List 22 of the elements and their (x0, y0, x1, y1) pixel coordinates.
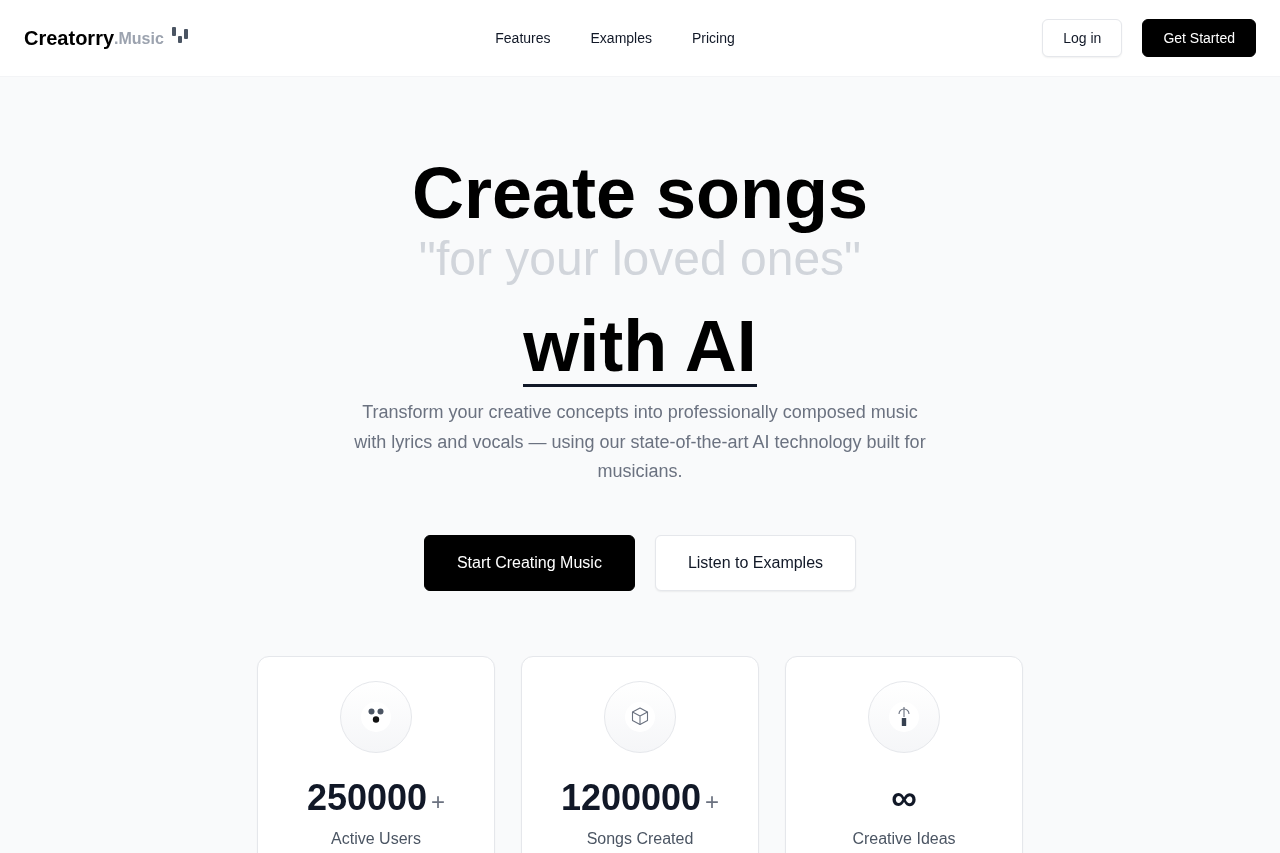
bulb-icon (868, 680, 940, 753)
stat-label: Songs Created (586, 828, 694, 849)
stat-value: 1200000 (560, 777, 702, 818)
stat-label: Active Users (331, 828, 421, 849)
logo-link[interactable]: Creatorry.Music (24, 26, 188, 50)
get-started-button[interactable]: Get Started (1142, 19, 1256, 57)
cube-icon (604, 680, 676, 753)
stat-value: ∞ (891, 777, 917, 818)
dots-icon (340, 680, 412, 753)
login-button[interactable]: Log in (1042, 19, 1123, 57)
hero-description: Transform your creative concepts into professionally composed music with lyrics and vocals — using our state-of-the-art AI technology built for musicians. (353, 401, 927, 483)
nav-link[interactable]: Features (495, 30, 551, 46)
stat-value: 250000 (306, 777, 428, 818)
nav-link[interactable]: Examples (590, 30, 652, 46)
stat-suffix: + (431, 787, 446, 816)
stat-label: Creative Ideas (852, 828, 956, 849)
start-creating-button[interactable]: Start Creating Music (423, 534, 635, 591)
bars-icon (171, 27, 188, 43)
hero-title-underlined: with AI (523, 310, 757, 387)
stat-suffix: + (705, 787, 720, 816)
nav-link[interactable]: Pricing (692, 30, 735, 46)
listen-examples-button[interactable]: Listen to Examples (654, 534, 857, 591)
